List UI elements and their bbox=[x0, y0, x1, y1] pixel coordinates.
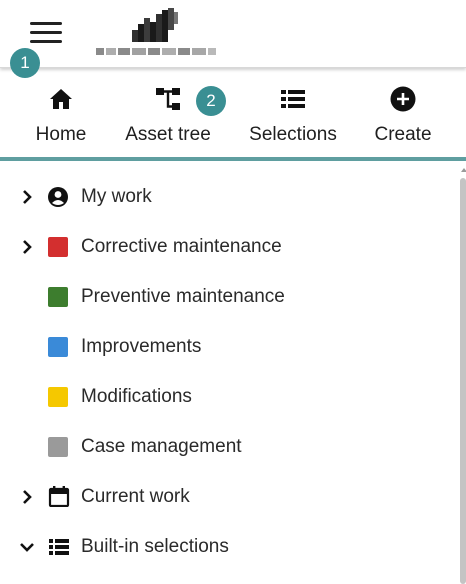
menu-item-built-in-selections[interactable]: Built-in selections bbox=[0, 522, 458, 572]
list-icon bbox=[48, 537, 70, 557]
chevron-right-icon[interactable] bbox=[18, 237, 36, 257]
navigation-menu: My work Corrective maintenance Preventiv… bbox=[0, 172, 458, 572]
add-circle-icon bbox=[390, 86, 416, 112]
chevron-right-icon[interactable] bbox=[18, 487, 36, 507]
nav-asset-tree-label: Asset tree bbox=[125, 124, 211, 145]
hamburger-menu-icon[interactable] bbox=[30, 20, 62, 46]
grey-color-swatch bbox=[48, 437, 68, 457]
menu-item-label: Corrective maintenance bbox=[81, 236, 282, 257]
red-color-swatch bbox=[48, 237, 68, 257]
home-icon bbox=[48, 86, 74, 112]
step-badge-1: 1 bbox=[10, 48, 40, 78]
menu-item-preventive-maintenance[interactable]: Preventive maintenance bbox=[0, 272, 458, 322]
chevron-right-icon[interactable] bbox=[18, 187, 36, 207]
menu-item-label: Improvements bbox=[81, 336, 202, 357]
menu-item-label: Current work bbox=[81, 486, 190, 507]
nav-create-label: Create bbox=[374, 124, 432, 145]
yellow-color-swatch bbox=[48, 387, 68, 407]
menu-item-case-management[interactable]: Case management bbox=[0, 422, 458, 472]
asset-tree-icon bbox=[155, 86, 181, 112]
menu-item-improvements[interactable]: Improvements bbox=[0, 322, 458, 372]
list-icon bbox=[280, 86, 306, 112]
chevron-down-icon[interactable] bbox=[18, 537, 36, 557]
calendar-icon bbox=[48, 485, 70, 508]
account-circle-icon bbox=[48, 187, 68, 207]
menu-item-label: Preventive maintenance bbox=[81, 286, 285, 307]
menu-item-label: Case management bbox=[81, 436, 242, 457]
menu-item-current-work[interactable]: Current work bbox=[0, 472, 458, 522]
blue-color-swatch bbox=[48, 337, 68, 357]
menu-item-label: Built-in selections bbox=[81, 536, 229, 557]
company-logo[interactable] bbox=[94, 4, 218, 64]
menu-item-label: Modifications bbox=[81, 386, 192, 407]
scroll-up-arrow-icon[interactable] bbox=[461, 168, 466, 172]
nav-selections[interactable]: Selections bbox=[244, 68, 342, 156]
step-badge-2: 2 bbox=[196, 86, 226, 116]
nav-home[interactable]: Home bbox=[26, 68, 96, 156]
menu-item-my-work[interactable]: My work bbox=[0, 172, 458, 222]
menu-item-corrective-maintenance[interactable]: Corrective maintenance bbox=[0, 222, 458, 272]
app-header bbox=[0, 0, 466, 68]
nav-create[interactable]: Create bbox=[368, 68, 438, 156]
menu-item-label: My work bbox=[81, 186, 152, 207]
nav-selections-label: Selections bbox=[249, 124, 337, 145]
nav-home-label: Home bbox=[35, 124, 87, 145]
scrollbar-thumb[interactable] bbox=[460, 178, 466, 584]
green-color-swatch bbox=[48, 287, 68, 307]
main-nav: Home Asset tree Selections Create bbox=[0, 68, 466, 162]
menu-item-modifications[interactable]: Modifications bbox=[0, 372, 458, 422]
active-nav-indicator bbox=[0, 157, 466, 161]
